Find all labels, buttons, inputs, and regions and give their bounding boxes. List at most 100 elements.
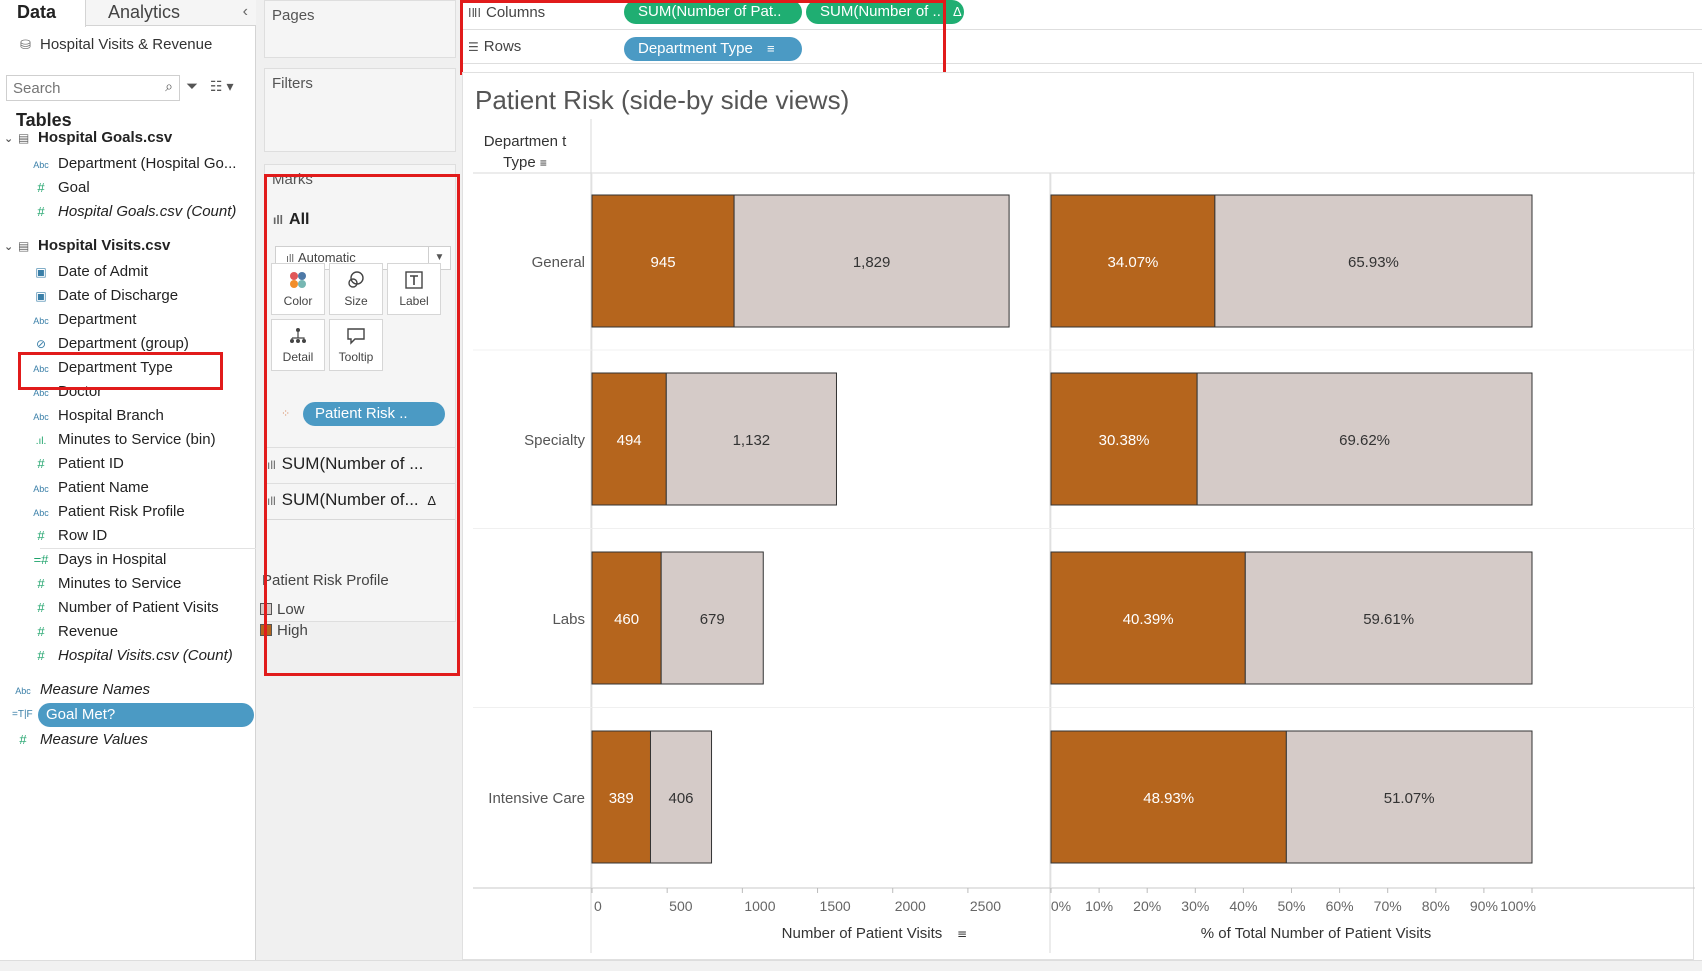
field-label: Days in Hospital: [58, 551, 167, 568]
field-item[interactable]: ▣ Date of Discharge: [30, 285, 178, 307]
x-tick-label: 0%: [1051, 898, 1071, 914]
field-item[interactable]: # Measure Values: [12, 729, 148, 751]
field-item[interactable]: Abc Hospital Branch: [30, 405, 164, 427]
table-header[interactable]: ⌄ ▤ Hospital Goals.csv: [4, 127, 172, 149]
bar-data-label: 1,132: [733, 432, 771, 449]
bottom-scrollbar[interactable]: [0, 960, 1702, 971]
bar-chart-icon: ıll: [267, 494, 276, 508]
field-item[interactable]: Abc Department (Hospital Go...: [30, 153, 236, 175]
field-item[interactable]: # Hospital Visits.csv (Count): [30, 645, 232, 667]
legend-item-low[interactable]: Low: [260, 601, 305, 618]
tab-analytics[interactable]: Analytics: [108, 0, 180, 26]
legend-swatch-high: [260, 624, 272, 636]
pages-card[interactable]: Pages: [264, 0, 456, 58]
field-item[interactable]: # Goal: [30, 177, 89, 199]
columns-shelf[interactable]: ⅠⅡⅠ Columns SUM(Number of Pat.. SUM(Numbe…: [462, 0, 1702, 30]
chevron-down-icon: ⌄: [4, 133, 14, 145]
x-tick-label: 70%: [1374, 898, 1402, 914]
columns-pill-sum-visits-pct[interactable]: SUM(Number of .. Δ: [806, 0, 964, 24]
filters-title: Filters: [272, 75, 313, 92]
label-button-label: Label: [399, 294, 429, 308]
x-tick-label: 1500: [820, 898, 851, 914]
rows-pill-label: Department Type: [638, 40, 753, 57]
field-item[interactable]: =# Days in Hospital: [30, 549, 167, 571]
field-type-icon: #: [37, 204, 45, 219]
delta-icon: Δ: [953, 4, 962, 19]
bar-data-label: 65.93%: [1348, 254, 1399, 271]
field-type-icon: =#: [33, 552, 49, 567]
label-button[interactable]: Label: [387, 263, 441, 315]
tooltip-button[interactable]: Tooltip: [329, 319, 383, 371]
search-input[interactable]: [13, 76, 153, 100]
color-button[interactable]: Color: [271, 263, 325, 315]
field-item[interactable]: Abc Patient Name: [30, 477, 149, 499]
legend-title: Patient Risk Profile: [262, 572, 389, 589]
field-type-icon: ▣: [35, 289, 47, 303]
x-tick-label: 80%: [1422, 898, 1450, 914]
category-label: General: [532, 254, 585, 271]
field-type-icon: Abc: [33, 412, 49, 422]
search-box[interactable]: ⌕: [6, 75, 180, 101]
field-item[interactable]: # Patient ID: [30, 453, 124, 475]
pane-tabs: Data Analytics ‹: [0, 0, 256, 27]
marks-sub-sum-1[interactable]: ıll SUM(Number of ...: [267, 447, 455, 474]
field-item[interactable]: # Revenue: [30, 621, 118, 643]
category-label: Labs: [552, 611, 585, 628]
field-item[interactable]: .ıl. Minutes to Service (bin): [30, 429, 216, 451]
datasource-item[interactable]: ⛁ Hospital Visits & Revenue: [20, 36, 212, 53]
size-button-label: Size: [344, 294, 368, 308]
x-tick-label: 500: [669, 898, 693, 914]
field-item[interactable]: # Number of Patient Visits: [30, 597, 218, 619]
size-button[interactable]: Size: [329, 263, 383, 315]
marks-all-tab[interactable]: ıll All: [273, 211, 309, 229]
rows-pill-department-type[interactable]: Department Type ≡: [624, 37, 802, 61]
field-label: Hospital Goals.csv (Count): [58, 203, 237, 220]
category-label: Intensive Care: [488, 790, 585, 807]
field-item[interactable]: Abc Department: [30, 309, 136, 331]
delta-icon: Δ: [427, 493, 437, 508]
columns-icon: ⅠⅡⅠ: [468, 6, 481, 20]
filter-icon[interactable]: ⏷: [186, 78, 198, 95]
field-item[interactable]: Abc Doctor: [30, 381, 102, 403]
field-item[interactable]: ▣ Date of Admit: [30, 261, 148, 283]
field-item[interactable]: Abc Measure Names: [12, 679, 150, 701]
legend-label-high: High: [277, 622, 308, 639]
collapse-pane-icon[interactable]: ‹: [243, 0, 248, 24]
bar-data-label: 40.39%: [1123, 611, 1174, 628]
field-item[interactable]: Abc Patient Risk Profile: [30, 501, 184, 523]
field-item[interactable]: # Minutes to Service: [30, 573, 181, 595]
marks-sub-sum-2[interactable]: ıll SUM(Number of... Δ: [267, 483, 455, 510]
viz-area: Patient Risk (side-by side views) Depart…: [462, 72, 1695, 961]
color-pill-patient-risk[interactable]: Patient Risk ..: [303, 402, 445, 426]
field-label: Patient ID: [58, 455, 124, 472]
table-header[interactable]: ⌄ ▤ Hospital Visits.csv: [4, 235, 170, 257]
bar-data-label: 34.07%: [1108, 254, 1159, 271]
detail-button[interactable]: Detail: [271, 319, 325, 371]
rows-shelf[interactable]: ☰ Rows Department Type ≡: [462, 34, 1702, 64]
field-type-icon: ⊘: [35, 337, 47, 351]
x-tick-label: 2000: [895, 898, 926, 914]
bar-data-label: 494: [617, 432, 642, 449]
field-item-selected[interactable]: Goal Met?: [38, 703, 254, 727]
field-item[interactable]: ⊘ Department (group): [30, 333, 189, 355]
legend-item-high[interactable]: High: [260, 622, 308, 639]
field-item[interactable]: # Hospital Goals.csv (Count): [30, 201, 236, 223]
columns-pill-sum-visits[interactable]: SUM(Number of Pat..: [624, 0, 802, 24]
field-item[interactable]: Abc Department Type: [30, 357, 173, 379]
sort-icon: ≡: [766, 41, 775, 56]
field-type-icon: #: [37, 180, 45, 195]
sort-icon[interactable]: ≡: [957, 927, 967, 941]
filters-card[interactable]: Filters: [264, 68, 456, 152]
view-options-icon[interactable]: ☷ ▾: [210, 78, 233, 95]
chart-canvas[interactable]: General Specialty Labs Intensive Care 945 1,8…: [463, 73, 1695, 961]
field-item[interactable]: # Row ID: [30, 525, 107, 547]
x-tick-label: 90%: [1470, 898, 1498, 914]
field-type-icon: ▣: [35, 265, 47, 279]
field-label: Measure Values: [40, 731, 148, 748]
field-label: Department (group): [58, 335, 189, 352]
table-name: Hospital Goals.csv: [38, 129, 173, 146]
table-icon: ▤: [18, 239, 30, 253]
field-label: Measure Names: [40, 681, 151, 698]
tab-data[interactable]: Data: [0, 0, 86, 27]
field-type-icon: #: [37, 624, 45, 639]
